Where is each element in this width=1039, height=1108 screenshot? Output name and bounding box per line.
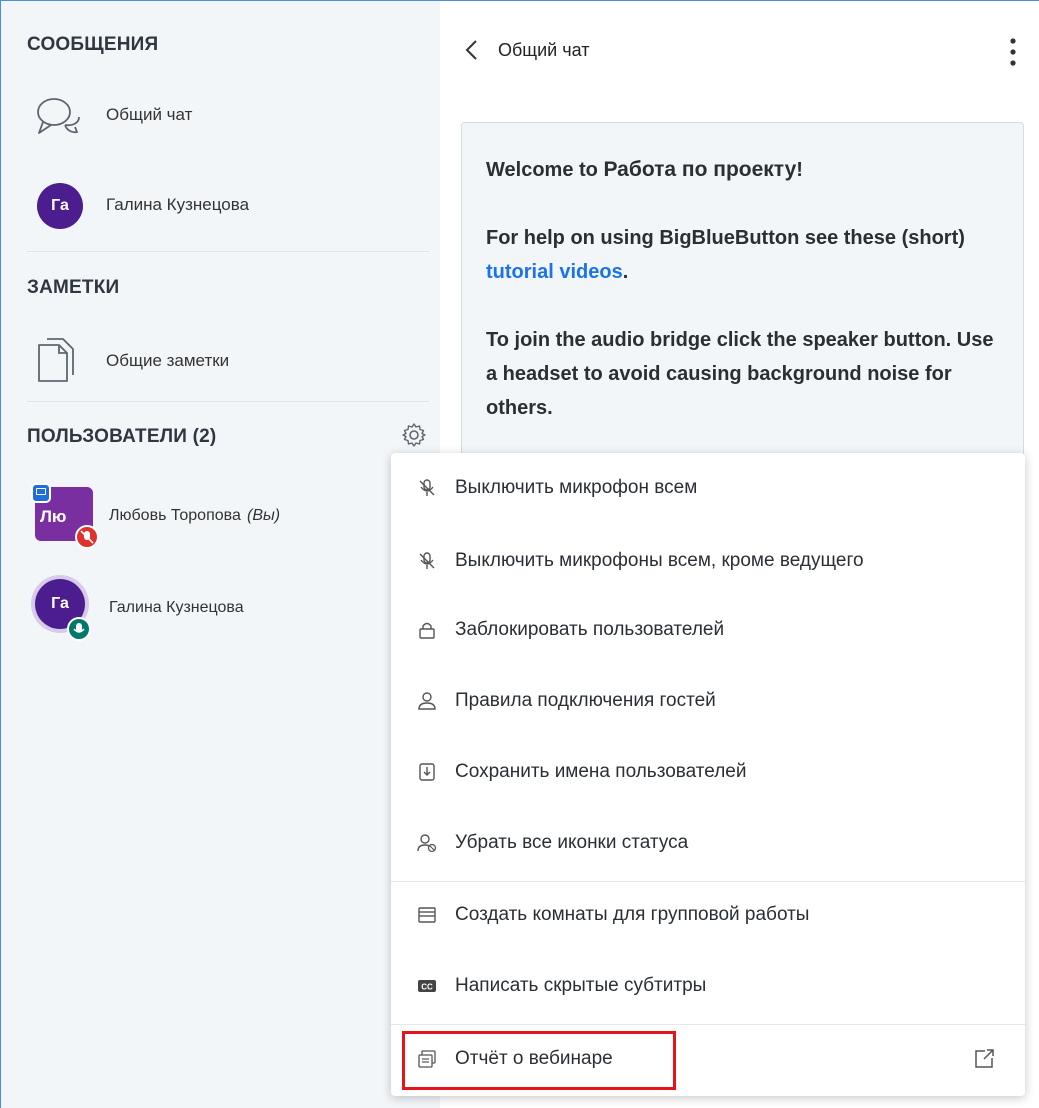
menu-item-label: Заблокировать пользователей <box>455 619 725 640</box>
sidebar-item-label: Общий чат <box>106 105 193 124</box>
audio-help-text: To join the audio bridge click the speak… <box>486 329 994 419</box>
mic-off-icon <box>419 479 435 496</box>
svg-text:CC: CC <box>421 983 433 992</box>
menu-item-label: Сохранить имена пользователей <box>455 761 747 782</box>
user-icon <box>418 692 436 710</box>
avatar-initials: Лю <box>40 507 67 526</box>
menu-item-label: Создать комнаты для групповой работы <box>455 904 810 925</box>
you-label: (Вы) <box>247 507 281 524</box>
gear-icon[interactable] <box>401 422 427 448</box>
external-link-icon <box>975 1049 994 1068</box>
menu-item-clear-status[interactable]: Убрать все иконки статуса <box>391 813 1025 873</box>
sidebar-item-shared-notes[interactable]: Общие заметки <box>1 333 441 389</box>
user-options-menu: Выключить микрофон всем Выключить микроф… <box>391 453 1025 1096</box>
tutorial-link[interactable]: tutorial videos <box>486 261 623 283</box>
chat-title[interactable]: Общий чат <box>498 40 589 61</box>
users-section-title: ПОЛЬЗОВАТЕЛИ (2) <box>27 426 217 447</box>
messages-section-title: СООБЩЕНИЯ <box>27 34 159 55</box>
welcome-prefix: Welcome to <box>486 159 604 181</box>
menu-item-label: Выключить микрофоны всем, кроме ведущего <box>455 550 864 571</box>
notes-icon <box>38 338 74 382</box>
download-icon <box>419 763 435 781</box>
menu-item-guest-policy[interactable]: Правила подключения гостей <box>391 671 1025 731</box>
menu-item-label: Убрать все иконки статуса <box>455 832 689 853</box>
chat-icon <box>37 98 80 134</box>
menu-divider <box>391 1024 1025 1025</box>
menu-item-breakout-rooms[interactable]: Создать комнаты для групповой работы <box>391 885 1025 945</box>
sidebar-item-label: Общие заметки <box>106 351 230 370</box>
user-list-item[interactable]: Га Галина Кузнецова <box>1 573 441 649</box>
avatar: Га <box>37 183 83 229</box>
menu-divider <box>391 881 1025 882</box>
user-name: Галина Кузнецова <box>109 599 244 616</box>
highlight-box <box>402 1031 676 1090</box>
divider <box>27 401 429 402</box>
mic-off-icon <box>419 552 435 569</box>
menu-item-label: Написать скрытые субтитры <box>455 975 707 996</box>
help-suffix: . <box>622 261 629 283</box>
welcome-suffix: ! <box>796 159 803 181</box>
menu-item-mute-all[interactable]: Выключить микрофон всем <box>391 458 1025 518</box>
menu-item-captions[interactable]: CC Написать скрытые субтитры <box>391 956 1025 1016</box>
presenter-icon <box>31 483 51 503</box>
mic-icon <box>67 617 91 641</box>
meeting-name: Работа по проекту <box>603 158 797 181</box>
user-name: Любовь Торопова <box>109 507 241 524</box>
closed-caption-icon: CC <box>418 980 436 992</box>
divider <box>27 251 429 252</box>
menu-item-mute-all-except-presenter[interactable]: Выключить микрофоны всем, кроме ведущего <box>391 531 1025 591</box>
user-list-panel: СООБЩЕНИЯ Общий чат Га Галина Кузнецова … <box>0 0 440 1108</box>
sidebar-item-public-chat[interactable]: Общий чат <box>1 91 441 147</box>
menu-item-label: Правила подключения гостей <box>455 690 716 711</box>
more-options-icon[interactable] <box>1008 36 1018 68</box>
chevron-left-icon[interactable] <box>463 38 481 62</box>
help-text: For help on using BigBlueButton see thes… <box>486 227 965 249</box>
menu-item-save-user-names[interactable]: Сохранить имена пользователей <box>391 742 1025 802</box>
menu-item-lock-viewers[interactable]: Заблокировать пользователей <box>391 600 1025 660</box>
notes-section-title: ЗАМЕТКИ <box>27 277 120 298</box>
sidebar-item-label: Галина Кузнецова <box>106 195 250 214</box>
lock-icon <box>419 622 435 639</box>
rooms-icon <box>418 907 436 923</box>
user-list-item[interactable]: Лю Любовь Торопова (Вы) <box>1 481 441 551</box>
menu-item-label: Выключить микрофон всем <box>455 477 698 498</box>
clear-status-icon <box>417 834 437 853</box>
muted-mic-icon <box>75 525 99 549</box>
sidebar-item-private-chat[interactable]: Га Галина Кузнецова <box>1 181 441 231</box>
